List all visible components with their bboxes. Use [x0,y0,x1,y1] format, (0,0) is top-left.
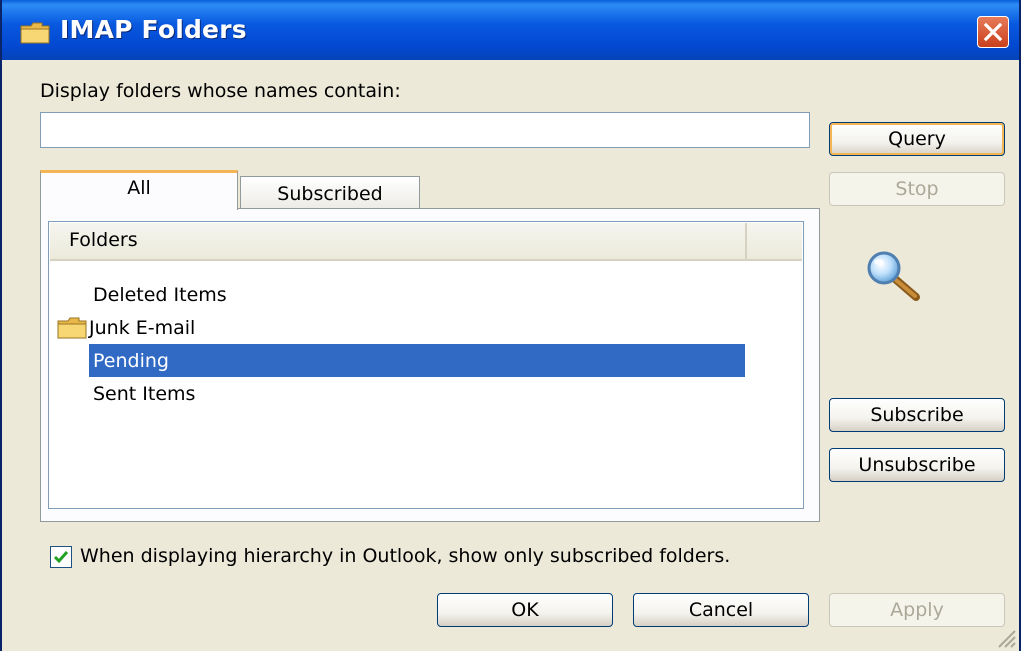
ok-button[interactable]: OK [437,593,613,627]
resize-grip-icon[interactable] [995,627,1017,649]
title-bar[interactable]: IMAP Folders [2,0,1019,60]
list-item[interactable]: Sent Items [89,377,195,410]
list-item-label: Sent Items [93,382,196,405]
imap-folders-dialog: IMAP Folders Display folders whose names… [0,0,1021,651]
list-item[interactable]: Junk E-mail [57,311,195,344]
folder-tabs: All Subscribed Folders Deleted Items Jun… [40,170,820,522]
checkmark-icon [53,551,69,564]
column-header-folders[interactable]: Folders [50,223,747,259]
list-item[interactable]: Pending [89,344,745,377]
unsubscribe-button[interactable]: Unsubscribe [829,448,1005,482]
list-item-label: Deleted Items [93,283,227,306]
filter-label: Display folders whose names contain: [40,80,401,102]
subscribed-only-label[interactable]: When displaying hierarchy in Outlook, sh… [80,545,730,567]
close-icon [983,22,1003,42]
stop-button[interactable]: Stop [829,172,1005,206]
folders-list[interactable]: Folders Deleted Items Junk E-mail Pendin… [48,221,804,509]
folder-icon [57,317,87,338]
folder-icon [20,22,50,44]
folder-name-filter-input[interactable] [40,112,810,148]
list-item-label: Pending [89,344,745,377]
apply-button[interactable]: Apply [829,593,1005,627]
subscribe-button[interactable]: Subscribe [829,398,1005,432]
magnifier-icon [867,251,920,301]
close-button[interactable] [977,16,1009,48]
list-item[interactable]: Deleted Items [89,278,227,311]
dialog-title: IMAP Folders [60,15,247,44]
tab-panel: Folders Deleted Items Junk E-mail Pendin… [40,208,820,522]
cancel-button[interactable]: Cancel [633,593,809,627]
query-button[interactable]: Query [829,122,1005,156]
tab-subscribed[interactable]: Subscribed [240,176,420,210]
subscribed-only-checkbox[interactable] [50,546,72,568]
tab-all[interactable]: All [40,170,238,210]
list-header: Folders [50,223,802,261]
list-item-label: Junk E-mail [89,316,196,339]
